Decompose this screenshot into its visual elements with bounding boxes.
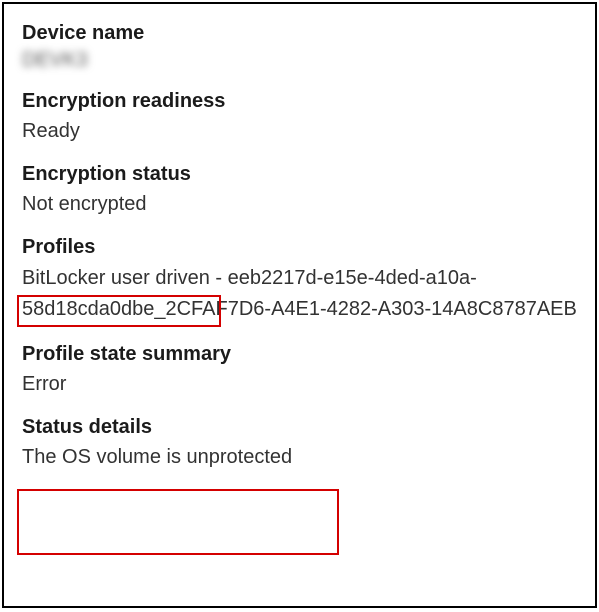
profile-state-summary-field: Profile state summary Error xyxy=(22,341,577,398)
status-details-field: Status details The OS volume is unprotec… xyxy=(22,414,577,471)
profiles-field: Profiles BitLocker user driven - eeb2217… xyxy=(22,234,577,325)
encryption-readiness-label: Encryption readiness xyxy=(22,88,577,115)
profile-separator: - xyxy=(210,267,228,289)
profile-name: BitLocker user driven xyxy=(22,267,210,289)
device-name-field: Device name DEVK3 xyxy=(22,20,577,72)
encryption-status-label: Encryption status xyxy=(22,161,577,188)
status-details-value: The OS volume is unprotected xyxy=(22,443,577,471)
device-encryption-panel: Device name DEVK3 Encryption readiness R… xyxy=(2,2,597,608)
highlight-status-details xyxy=(17,489,339,555)
device-name-label: Device name xyxy=(22,20,577,47)
encryption-readiness-field: Encryption readiness Ready xyxy=(22,88,577,145)
encryption-status-field: Encryption status Not encrypted xyxy=(22,161,577,218)
device-name-value: DEVK3 xyxy=(22,49,88,72)
encryption-status-value: Not encrypted xyxy=(22,190,577,218)
profiles-label: Profiles xyxy=(22,234,577,261)
profiles-value: BitLocker user driven - eeb2217d-e15e-4d… xyxy=(22,263,577,325)
status-details-label: Status details xyxy=(22,414,577,441)
profile-state-summary-label: Profile state summary xyxy=(22,341,577,368)
encryption-readiness-value: Ready xyxy=(22,117,577,145)
profile-state-summary-value: Error xyxy=(22,370,577,398)
